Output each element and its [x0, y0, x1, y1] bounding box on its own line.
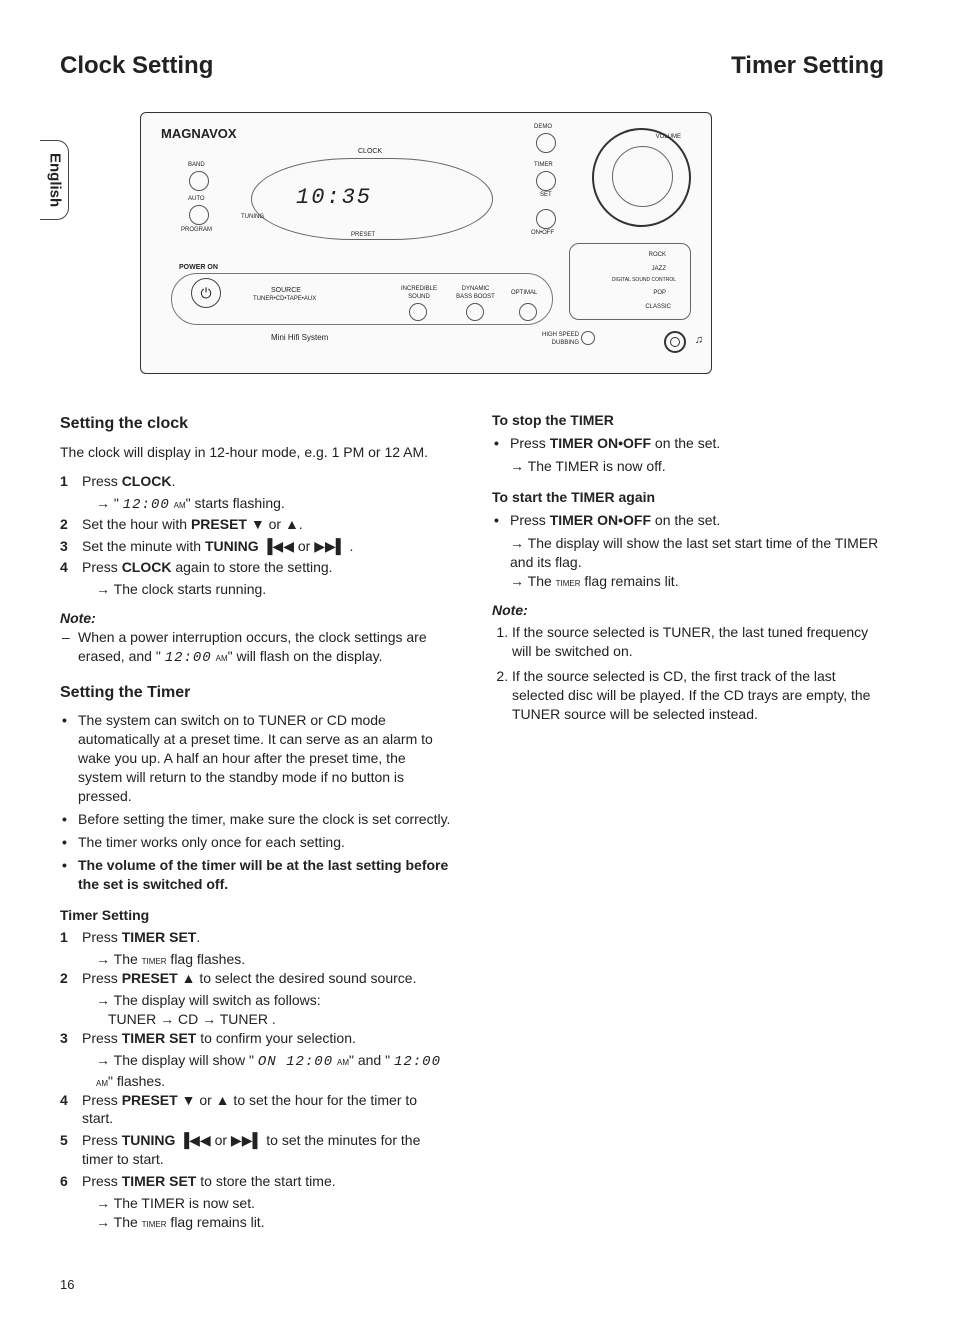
heading-timer-setting: Timer Setting: [60, 906, 452, 925]
stop-bullet: Press TIMER ON•OFF on the set.: [492, 434, 884, 453]
left-column: Setting the clock The clock will display…: [60, 399, 452, 1235]
timer-steps: 1Press TIMER SET.The timer flag flashes.…: [60, 928, 452, 1231]
device-brand: MAGNAVOX: [161, 125, 237, 143]
heading-setting-timer: Setting the Timer: [60, 682, 452, 704]
title-left: Clock Setting: [60, 50, 213, 82]
timer-notes: The system can switch on to TUNER or CD …: [60, 711, 452, 893]
title-right: Timer Setting: [731, 50, 884, 82]
heading-start-timer: To start the TIMER again: [492, 488, 884, 507]
start-bullet: Press TIMER ON•OFF on the set.: [492, 511, 884, 530]
note-1: When a power interruption occurs, the cl…: [60, 628, 452, 668]
heading-setting-clock: Setting the clock: [60, 413, 452, 435]
device-display: 10:35: [296, 183, 372, 213]
device-illustration: MAGNAVOX 10:35 CLOCK BAND AUTO PROGRAM T…: [140, 112, 712, 374]
clock-steps: 1Press CLOCK." 12:00 am" starts flashing…: [60, 472, 452, 599]
headphone-icon: ♫: [695, 333, 703, 348]
right-notes: If the source selected is TUNER, the las…: [492, 623, 884, 723]
stop-result: The TIMER is now off.: [510, 457, 884, 476]
language-tab: English: [40, 140, 69, 220]
note-label-1: Note:: [60, 609, 452, 628]
note-label-2: Note:: [492, 601, 884, 620]
right-column: To stop the TIMER Press TIMER ON•OFF on …: [492, 399, 884, 1235]
page-number: 16: [60, 1276, 884, 1294]
heading-stop-timer: To stop the TIMER: [492, 411, 884, 430]
clock-intro: The clock will display in 12-hour mode, …: [60, 443, 452, 462]
